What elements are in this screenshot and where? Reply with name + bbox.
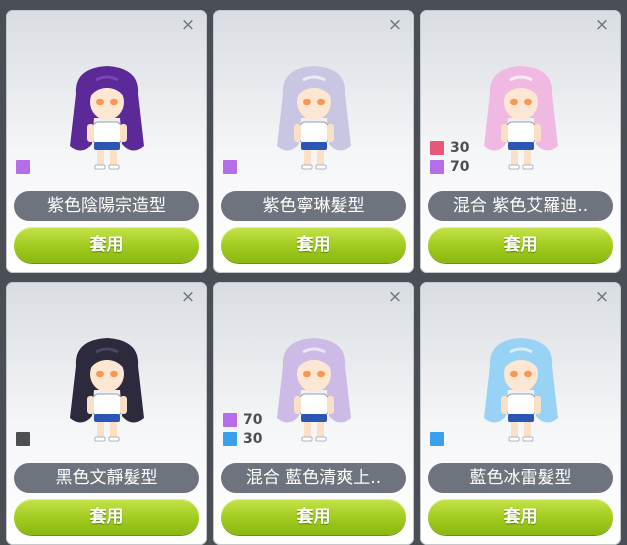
color-swatch-row: 70 [223,411,263,428]
hair-style-name: 紫色寧琳髮型 [221,191,406,221]
character-preview [52,330,162,450]
mix-ratio: 30 [450,139,470,156]
color-swatch-row [16,431,30,446]
color-swatch-row: 30 [430,139,470,156]
character-preview [259,58,369,178]
hair-style-card: × 藍色冰雷髮型套用 [420,282,621,545]
hair-style-name: 混合 紫色艾羅迪.. [428,191,613,221]
hair-style-card: × 紫色寧琳髮型套用 [213,10,414,273]
hair-style-card: × 黑色文靜髮型套用 [6,282,207,545]
apply-button[interactable]: 套用 [428,227,613,263]
color-swatch [430,431,444,446]
hair-style-name: 紫色陰陽宗造型 [14,191,199,221]
color-swatch [223,412,237,427]
apply-button[interactable]: 套用 [428,499,613,535]
close-icon[interactable]: × [593,288,611,306]
color-swatch [223,431,237,446]
color-swatch-row [16,159,30,174]
close-icon[interactable]: × [179,288,197,306]
color-swatch-row: 30 [223,430,263,447]
color-swatch [430,140,444,155]
hair-style-name: 混合 藍色清爽上.. [221,463,406,493]
color-swatches [16,159,30,174]
color-swatch [430,159,444,174]
hair-style-name: 藍色冰雷髮型 [428,463,613,493]
hair-style-card: × 紫色陰陽宗造型套用 [6,10,207,273]
apply-button[interactable]: 套用 [221,227,406,263]
mix-ratio: 70 [243,411,263,428]
close-icon[interactable]: × [179,16,197,34]
hair-style-card: × 70 30 混合 藍色清爽上.. 套用 [213,282,414,545]
color-swatches [16,431,30,446]
close-icon[interactable]: × [593,16,611,34]
color-swatch-row: 70 [430,158,470,175]
color-swatches [223,159,237,174]
color-swatches: 70 30 [223,411,263,447]
character-preview [466,58,576,178]
color-swatches [430,431,444,446]
apply-button[interactable]: 套用 [221,499,406,535]
character-preview [52,58,162,178]
color-swatches: 30 70 [430,139,470,175]
color-swatch [16,159,30,174]
hair-style-grid: × 紫色陰陽宗造型 套用 × 紫色寧琳髮型 套用 × 30 70 混合 紫色艾羅… [6,10,621,545]
color-swatch-row [223,159,237,174]
mix-ratio: 30 [243,430,263,447]
character-preview [259,330,369,450]
mix-ratio: 70 [450,158,470,175]
hair-style-name: 黑色文靜髮型 [14,463,199,493]
color-swatch-row [430,431,444,446]
color-swatch [16,431,30,446]
character-preview [466,330,576,450]
apply-button[interactable]: 套用 [14,227,199,263]
close-icon[interactable]: × [386,16,404,34]
close-icon[interactable]: × [386,288,404,306]
color-swatch [223,159,237,174]
hair-style-card: × 30 70 混合 紫色艾羅迪.. 套用 [420,10,621,273]
apply-button[interactable]: 套用 [14,499,199,535]
